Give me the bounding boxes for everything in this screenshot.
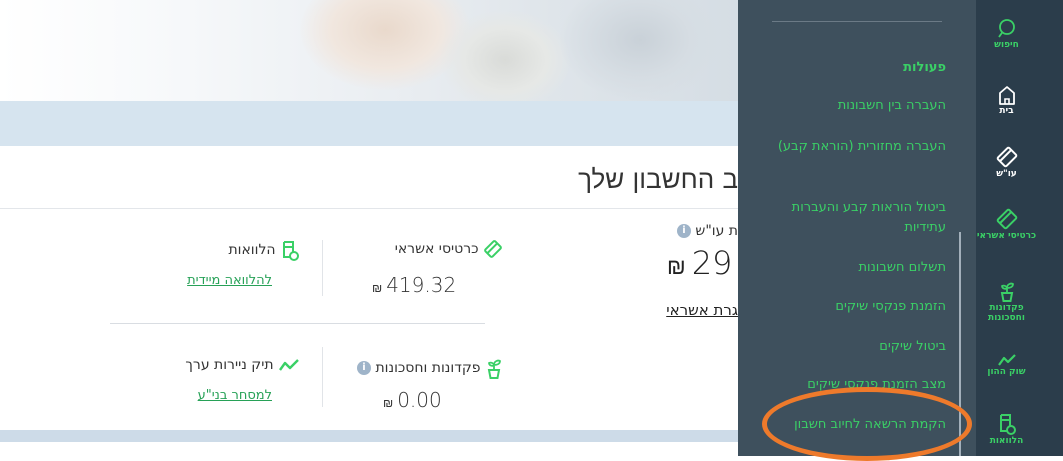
securities-tile-header[interactable]: תיק ניירות ערך	[185, 357, 300, 373]
sidebar-item-label: בית	[999, 106, 1014, 116]
loans-tile-header[interactable]: הלוואות	[228, 239, 300, 261]
loan-icon	[999, 414, 1016, 435]
balance-amount: ₪ 29	[667, 244, 732, 282]
sidebar-item-label: חיפוש	[994, 40, 1019, 50]
info-icon[interactable]: i	[357, 361, 371, 375]
sidebar-item-credit-cards[interactable]: כרטיסי אשראי	[976, 207, 1037, 241]
currency-symbol: ₪	[372, 281, 383, 295]
deposits-amount: ₪ 0.00	[383, 388, 442, 412]
info-band	[0, 101, 738, 146]
hero-figure-2	[440, 10, 570, 101]
sidebar-item-label: כרטיסי אשראי	[976, 231, 1037, 241]
deposits-label: פקדונות וחסכונות	[375, 360, 481, 376]
search-icon	[997, 19, 1015, 38]
menu-item-standing-order-transfer[interactable]: העברה מחזורית (הוראת קבע)	[776, 137, 946, 157]
tile-divider	[322, 347, 323, 407]
securities-trading-link[interactable]: למסחר בני"ע	[198, 388, 272, 403]
page-title: ב החשבון שלך	[578, 165, 738, 195]
balance-label: ת עו"ש i	[676, 223, 738, 239]
balance-label-text: ת עו"ש	[695, 223, 738, 239]
credit-cards-label: כרטיסי אשראי	[394, 241, 479, 257]
loan-icon	[283, 241, 299, 261]
sidebar-item-label: הלוואות	[989, 436, 1024, 446]
currency-symbol: ₪	[383, 396, 394, 410]
credit-cards-value: 419.32	[386, 273, 457, 297]
menu-title: פעולות	[903, 60, 946, 75]
divider	[772, 21, 942, 22]
sidebar-item-checking[interactable]: עו"ש	[976, 145, 1037, 179]
divider	[0, 208, 738, 209]
highlight-ellipse	[762, 387, 972, 461]
sidebar: חיפוש בית עו"ש כרטיסי אשראי פקדונות וחסכ…	[976, 0, 1063, 456]
loans-label: הלוואות	[228, 242, 276, 258]
sidebar-item-home[interactable]: בית	[976, 84, 1037, 116]
tile-divider-horizontal	[110, 323, 485, 324]
securities-label: תיק ניירות ערך	[185, 357, 274, 373]
credit-cards-amount: ₪ 419.32	[372, 273, 456, 297]
menu-item-pay-bills[interactable]: תשלום חשבונות	[776, 258, 947, 278]
hero-banner	[0, 0, 738, 101]
menu-item-order-checkbooks[interactable]: הזמנת פנקסי שיקים	[776, 297, 946, 317]
menu-item-cancel-checks[interactable]: ביטול שיקים	[776, 337, 946, 357]
sidebar-item-search[interactable]: חיפוש	[976, 18, 1037, 50]
credit-line-link[interactable]: גרת אשראי	[666, 301, 738, 319]
sidebar-item-capital-market[interactable]: שוק ההון	[976, 353, 1037, 377]
sidebar-item-label: פקדונות וחסכונות	[988, 303, 1025, 323]
sidebar-item-loans[interactable]: הלוואות	[976, 412, 1037, 446]
deposits-value: 0.00	[397, 388, 442, 412]
credit-cards-tile-header[interactable]: כרטיסי אשראי	[395, 239, 503, 259]
savings-plant-icon	[1000, 282, 1014, 302]
checking-account-icon	[996, 146, 1017, 168]
sidebar-item-label: שוק ההון	[987, 367, 1026, 377]
menu-item-cancel-standing-orders[interactable]: ביטול הוראות קבע והעברות עתידיות	[776, 198, 946, 238]
trend-line-icon	[279, 359, 299, 371]
deposits-tile-header[interactable]: פקדונות וחסכונות i	[357, 357, 503, 379]
credit-card-icon	[484, 240, 502, 258]
balance-value: 29	[691, 244, 733, 282]
tile-divider	[322, 240, 323, 296]
sidebar-item-deposits[interactable]: פקדונות וחסכונות	[976, 279, 1037, 323]
home-icon	[998, 86, 1015, 105]
info-icon[interactable]: i	[676, 224, 691, 238]
currency-symbol: ₪	[667, 255, 686, 280]
sidebar-item-label: עו"ש	[996, 169, 1017, 179]
trend-line-icon	[997, 354, 1016, 366]
menu-item-transfer-between-accounts[interactable]: העברה בין חשבונות	[776, 96, 946, 116]
hero-figure-3	[560, 0, 720, 100]
bottom-band	[0, 430, 738, 442]
savings-plant-icon	[487, 359, 501, 379]
credit-card-icon	[996, 208, 1017, 230]
instant-loan-link[interactable]: להלוואה מיידית	[187, 273, 272, 288]
